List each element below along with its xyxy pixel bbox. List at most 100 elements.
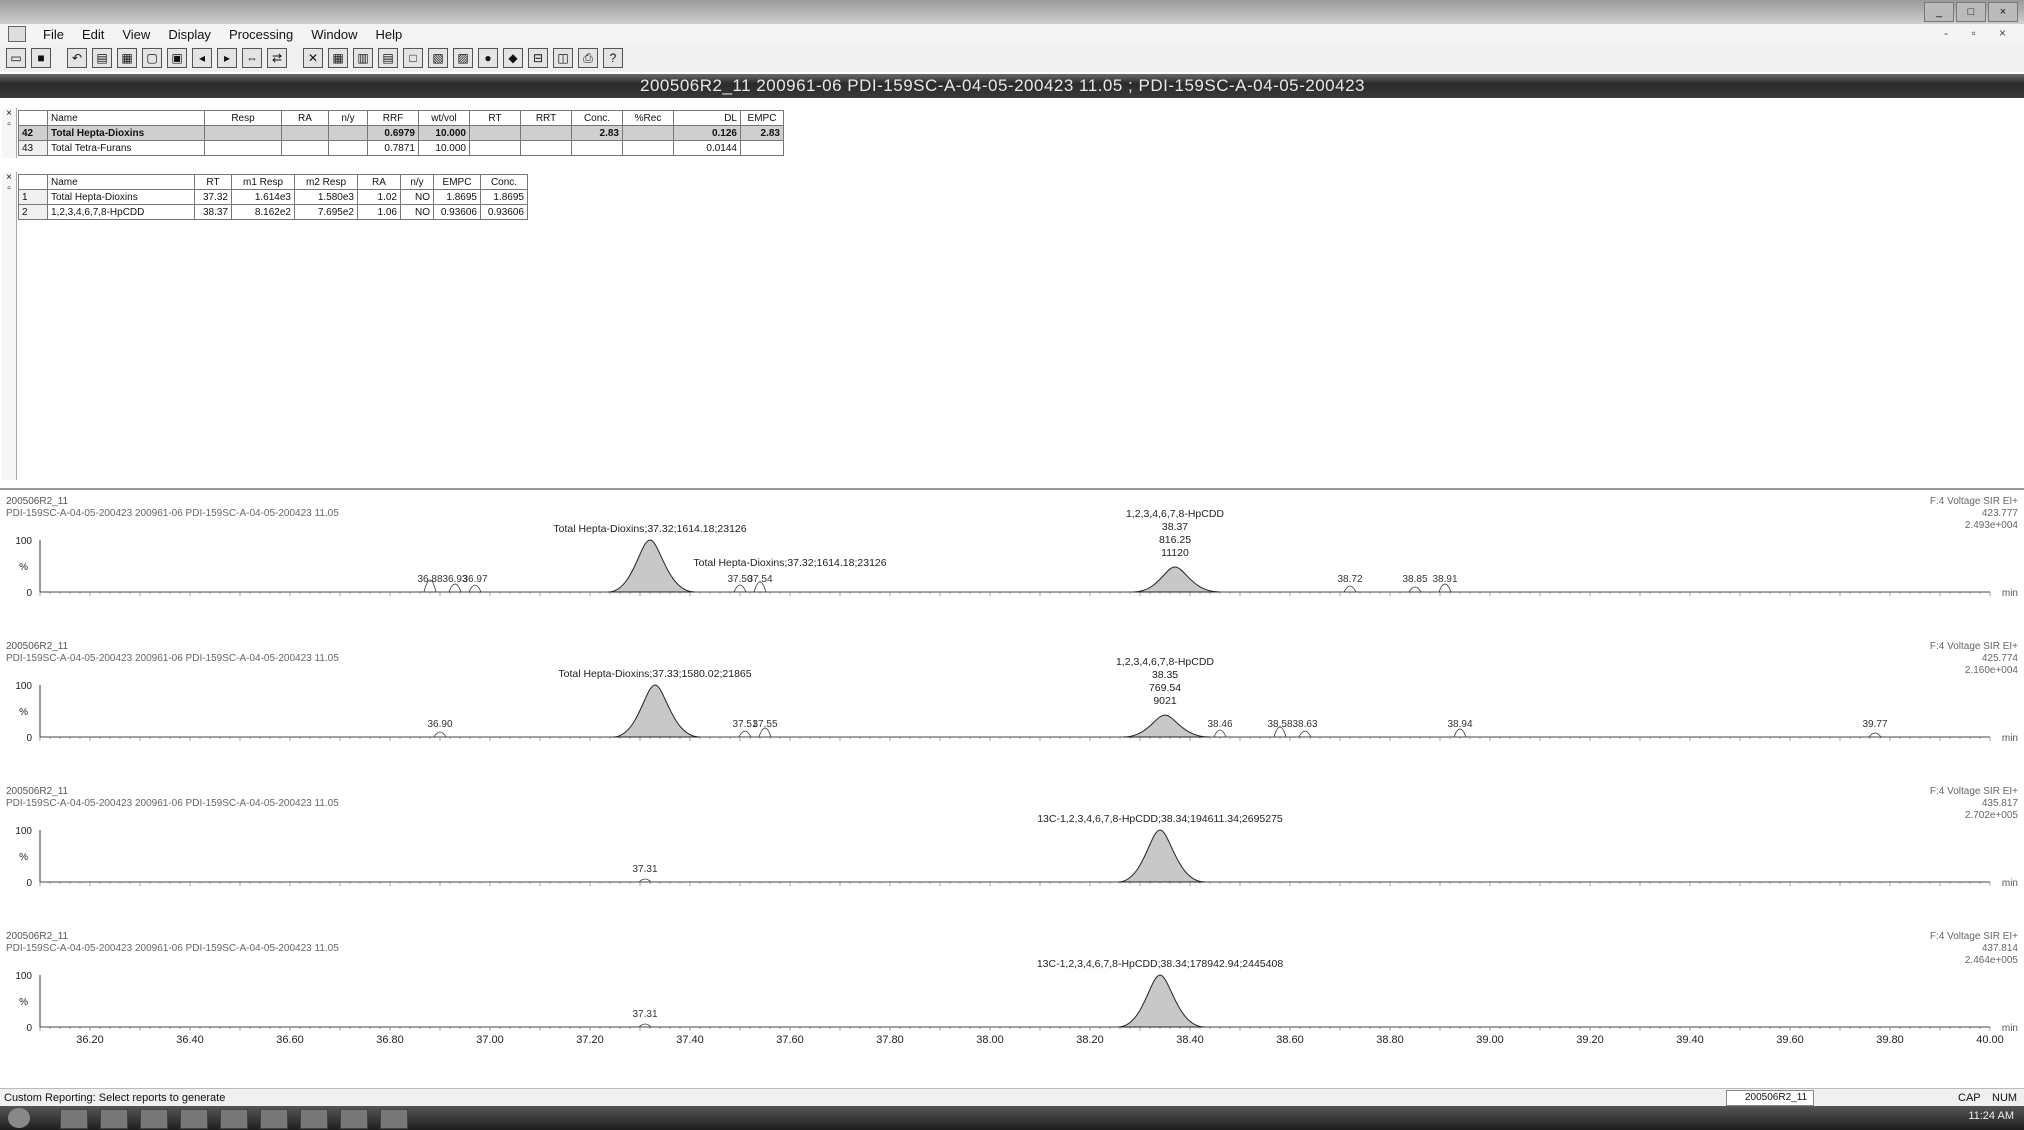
row-ra	[281, 125, 329, 141]
minimize-button[interactable]: _	[1924, 2, 1954, 22]
menu-processing[interactable]: Processing	[220, 27, 302, 42]
row-rt	[469, 140, 521, 156]
y-tick-label: 100	[15, 971, 32, 982]
document-title: 200506R2_11 200961-06 PDI-159SC-A-04-05-…	[640, 76, 1365, 95]
chrom-intensity: 2.702e+005	[1965, 810, 2019, 821]
taskbar-app-1[interactable]	[60, 1109, 88, 1129]
split-v-icon[interactable]: ◫	[553, 48, 573, 68]
summary-col-wtvol[interactable]: wt/vol	[418, 110, 470, 126]
taskbar-app-7[interactable]	[300, 1109, 328, 1129]
app-icon	[8, 26, 26, 42]
taskbar-app-8[interactable]	[340, 1109, 368, 1129]
chromatogram-plots[interactable]: 200506R2_11PDI-159SC-A-04-05-200423 2009…	[0, 490, 2024, 1090]
summary-col-rt[interactable]: RT	[469, 110, 521, 126]
taskbar-app-3[interactable]	[140, 1109, 168, 1129]
taskbar-app-5[interactable]	[220, 1109, 248, 1129]
bars-icon[interactable]: ▤	[378, 48, 398, 68]
undo-icon[interactable]: ↶	[67, 48, 87, 68]
summary-col-rec[interactable]: %Rec	[622, 110, 674, 126]
summary-col-dl[interactable]: DL	[673, 110, 741, 126]
detail-col-name[interactable]: Name	[47, 174, 195, 190]
detail-col-m1[interactable]: m1 Resp	[231, 174, 295, 190]
display-icon[interactable]: ▢	[142, 48, 162, 68]
row-wtvol: 10.000	[418, 140, 470, 156]
maximize-button[interactable]: □	[1956, 2, 1986, 22]
row-empc: 2.83	[740, 125, 784, 141]
next-icon[interactable]: ▸	[217, 48, 237, 68]
summary-col-ny[interactable]: n/y	[328, 110, 368, 126]
save-icon[interactable]: ■	[31, 48, 51, 68]
expand-icon[interactable]: ⇔	[242, 48, 262, 68]
copy-icon[interactable]: ▦	[117, 48, 137, 68]
detail-col-empc[interactable]: EMPC	[433, 174, 481, 190]
detail-col-ra[interactable]: RA	[357, 174, 401, 190]
table-row[interactable]: 42 Total Hepta-Dioxins 0.6979 10.000 2.8…	[18, 125, 784, 141]
chart-icon[interactable]: ▥	[353, 48, 373, 68]
summary-col-index[interactable]	[18, 110, 48, 126]
row-ny: NO	[400, 189, 434, 205]
taskbar-app-6[interactable]	[260, 1109, 288, 1129]
help-icon[interactable]: ?	[603, 48, 623, 68]
row-rec	[622, 125, 674, 141]
target-icon[interactable]: ●	[478, 48, 498, 68]
print-setup-icon[interactable]: ▤	[92, 48, 112, 68]
printer-icon[interactable]: ⎙	[578, 48, 598, 68]
book-icon[interactable]: ▨	[453, 48, 473, 68]
grid-icon[interactable]: ▦	[328, 48, 348, 68]
summary-col-conc[interactable]: Conc.	[571, 110, 623, 126]
taskbar-app-4[interactable]	[180, 1109, 208, 1129]
menu-edit[interactable]: Edit	[73, 27, 113, 42]
row-rec	[622, 140, 674, 156]
detail-col-conc[interactable]: Conc.	[480, 174, 528, 190]
summary-col-ra[interactable]: RA	[281, 110, 329, 126]
row-name: 1,2,3,4,6,7,8-HpCDD	[47, 204, 195, 220]
row-conc: 1.8695	[480, 189, 528, 205]
menu-file[interactable]: File	[34, 27, 73, 42]
summary-pane-handle[interactable]: × ▫	[2, 108, 17, 158]
table-row[interactable]: 2 1,2,3,4,6,7,8-HpCDD 38.37 8.162e2 7.69…	[18, 204, 528, 220]
summary-col-name[interactable]: Name	[47, 110, 205, 126]
x-tick-label: 38.20	[1076, 1034, 1104, 1046]
menu-window[interactable]: Window	[302, 27, 366, 42]
taskbar-app-2[interactable]	[100, 1109, 128, 1129]
summary-header-row: Name Resp RA n/y RRF wt/vol RT RRT Conc.…	[18, 110, 784, 126]
start-button[interactable]	[8, 1108, 30, 1128]
prev-icon[interactable]: ◂	[192, 48, 212, 68]
x-tick-label: 36.80	[376, 1034, 404, 1046]
summary-col-rrt[interactable]: RRT	[520, 110, 572, 126]
split-h-icon[interactable]: ⊟	[528, 48, 548, 68]
menu-display[interactable]: Display	[159, 27, 220, 42]
row-ra	[281, 140, 329, 156]
menu-view[interactable]: View	[113, 27, 159, 42]
shrink-icon[interactable]: ⇄	[267, 48, 287, 68]
chrom-mass: 425.774	[1982, 653, 2019, 664]
summary-col-empc[interactable]: EMPC	[740, 110, 784, 126]
row-rrf: 0.7871	[367, 140, 419, 156]
detail-col-ny[interactable]: n/y	[400, 174, 434, 190]
chromatogram-panel[interactable]: 200506R2_11 PDI-159SC-A-04-05-200423 2009…	[0, 488, 2024, 1090]
open-icon[interactable]: ▭	[6, 48, 26, 68]
blank-icon[interactable]: □	[403, 48, 423, 68]
report-icon[interactable]: ▧	[428, 48, 448, 68]
minor-peak-label: 37.31	[632, 1009, 657, 1020]
x-tick-label: 40.00	[1976, 1034, 2004, 1046]
close-button[interactable]: ×	[1988, 2, 2018, 22]
detail-col-m2[interactable]: m2 Resp	[294, 174, 358, 190]
taskbar: 11:24 AM	[0, 1106, 2024, 1130]
taskbar-app-9[interactable]	[380, 1109, 408, 1129]
table-row[interactable]: 1 Total Hepta-Dioxins 37.32 1.614e3 1.58…	[18, 189, 528, 205]
table-row[interactable]: 43 Total Tetra-Furans 0.7871 10.000 0.01…	[18, 140, 784, 156]
process-icon[interactable]: ◆	[503, 48, 523, 68]
menu-help[interactable]: Help	[367, 27, 412, 42]
display2-icon[interactable]: ▣	[167, 48, 187, 68]
cross-icon[interactable]: ✕	[303, 48, 323, 68]
summary-col-resp[interactable]: Resp	[204, 110, 282, 126]
chrom-intensity: 2.464e+005	[1965, 955, 2019, 966]
detail-pane-handle[interactable]: × ▫	[2, 172, 17, 480]
row-m1: 1.614e3	[231, 189, 295, 205]
detail-col-rt[interactable]: RT	[194, 174, 232, 190]
detail-col-index[interactable]	[18, 174, 48, 190]
summary-col-rrf[interactable]: RRF	[367, 110, 419, 126]
y-tick-label: 100	[15, 826, 32, 837]
mdi-controls[interactable]: - ▫ ×	[1944, 26, 2016, 40]
